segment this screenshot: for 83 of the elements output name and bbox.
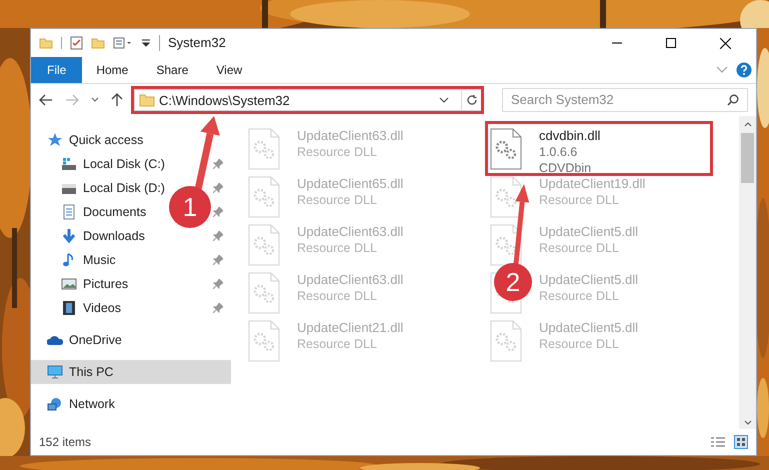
ribbon-tab[interactable]: Home	[82, 57, 142, 83]
film-icon	[61, 300, 77, 316]
pin-icon[interactable]	[213, 255, 223, 265]
file-detail: Resource DLL	[297, 336, 378, 352]
refresh-icon	[466, 94, 478, 106]
file-detail: Resource DLL	[539, 240, 620, 256]
file-name: UpdateClient63.dll	[297, 224, 404, 240]
minimize-icon	[612, 42, 622, 44]
properties-icon[interactable]	[113, 37, 133, 49]
document-icon	[61, 204, 77, 220]
file-name: UpdateClient19.dll	[539, 176, 646, 192]
file-name: UpdateClient5.dll	[539, 272, 638, 288]
sidebar-item[interactable]: Network	[31, 392, 119, 416]
maximize-icon	[666, 38, 676, 48]
folder-icon	[39, 37, 53, 49]
folder-icon[interactable]	[91, 37, 105, 49]
help-icon[interactable]	[736, 62, 752, 78]
up-icon[interactable]	[111, 93, 123, 107]
sidebar-item[interactable]: Downloads	[31, 224, 149, 248]
scroll-down-icon[interactable]	[744, 420, 752, 425]
scroll-thumb[interactable]	[741, 133, 754, 183]
ribbon-tab[interactable]: File	[31, 57, 82, 83]
monitor-icon	[47, 364, 63, 380]
ribbon-tab[interactable]: View	[202, 57, 256, 83]
pin-icon[interactable]	[213, 279, 223, 289]
details-view-icon[interactable]	[710, 436, 726, 448]
sidebar-item[interactable]: OneDrive	[31, 328, 126, 352]
dropdown-icon[interactable]	[141, 38, 151, 48]
file-detail: Resource DLL	[297, 144, 378, 160]
file-name: UpdateClient63.dll	[297, 272, 404, 288]
file-detail: Resource DLL	[539, 192, 620, 208]
dropdown-icon[interactable]	[439, 97, 449, 103]
file-detail: 1.0.6.6	[539, 144, 578, 160]
forward-icon[interactable]	[65, 94, 79, 106]
item-count: 152 items	[39, 434, 92, 451]
file-detail: Resource DLL	[539, 288, 620, 304]
address-bar[interactable]: C:\Windows\System32	[134, 89, 482, 111]
callout-number: 2	[494, 263, 532, 301]
search-icon	[727, 94, 739, 106]
scroll-up-icon[interactable]	[744, 122, 752, 127]
sidebar-item[interactable]: Local Disk (C:)	[31, 152, 169, 176]
callout-number: 1	[169, 186, 211, 228]
file-name: UpdateClient5.dll	[539, 224, 638, 240]
sidebar-item[interactable]: Videos	[31, 296, 125, 320]
file-detail: CDVDbin	[539, 160, 592, 176]
ribbon-tab[interactable]: Share	[142, 57, 202, 83]
dll-file-icon[interactable]	[489, 128, 523, 170]
sidebar-item[interactable]: Pictures	[31, 272, 132, 296]
pin-icon[interactable]	[213, 207, 223, 217]
sidebar-item[interactable]: This PC	[31, 360, 231, 384]
search-placeholder: Search System32	[511, 91, 615, 110]
file-name: cdvdbin.dll	[539, 128, 600, 144]
checklist-icon[interactable]	[70, 36, 83, 50]
window-title: System32	[168, 34, 226, 52]
pin-icon[interactable]	[213, 183, 223, 193]
download-icon	[61, 228, 77, 244]
sidebar-item[interactable]: Local Disk (D:)	[31, 176, 169, 200]
sidebar-item[interactable]: Documents	[31, 200, 150, 224]
picture-icon	[61, 276, 77, 292]
star-icon	[47, 132, 63, 148]
file-detail: Resource DLL	[539, 336, 620, 352]
file-detail: Resource DLL	[297, 240, 378, 256]
back-icon[interactable]	[39, 94, 53, 106]
file-detail: Resource DLL	[297, 288, 378, 304]
address-text: C:\Windows\System32	[159, 92, 290, 108]
folder-icon	[139, 93, 155, 107]
scrollbar[interactable]	[739, 116, 756, 429]
file-name: UpdateClient5.dll	[539, 320, 638, 336]
drive-icon	[61, 156, 77, 172]
file-detail: Resource DLL	[297, 192, 378, 208]
close-icon	[720, 38, 730, 48]
expand-ribbon-icon[interactable]	[716, 66, 728, 74]
pin-icon[interactable]	[213, 231, 223, 241]
large-icons-view-icon[interactable]	[734, 435, 748, 449]
sidebar-item[interactable]: Quick access	[31, 128, 148, 152]
file-name: UpdateClient21.dll	[297, 320, 404, 336]
file-name: UpdateClient63.dll	[297, 128, 404, 144]
pin-icon[interactable]	[213, 303, 223, 313]
file-name: UpdateClient65.dll	[297, 176, 404, 192]
recent-locations-icon[interactable]	[91, 97, 99, 103]
sidebar-item[interactable]: Music	[31, 248, 120, 272]
network-icon	[47, 396, 63, 412]
pin-icon[interactable]	[213, 159, 223, 169]
